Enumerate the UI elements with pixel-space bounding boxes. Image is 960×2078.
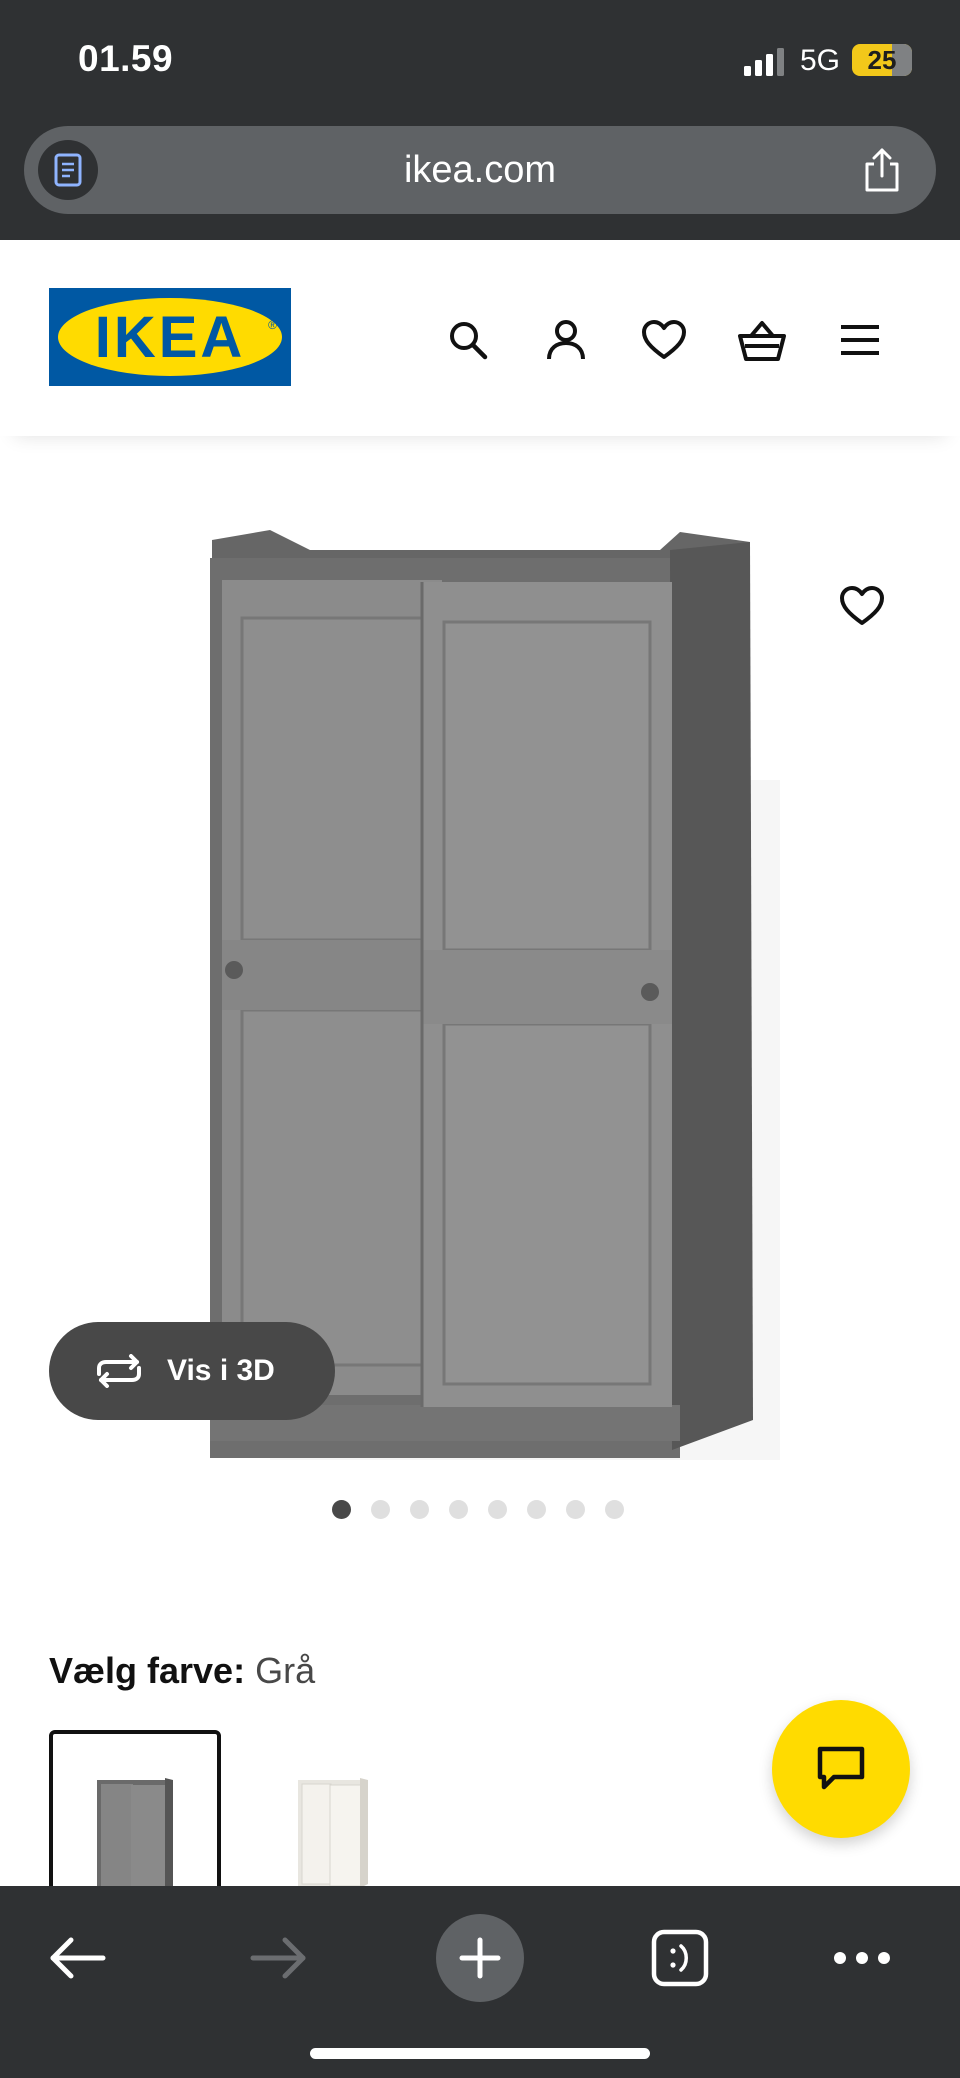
heart-icon	[642, 320, 686, 359]
more-icon	[834, 1952, 890, 1964]
carousel-dot[interactable]	[449, 1500, 468, 1519]
carousel-dot[interactable]	[566, 1500, 585, 1519]
carousel-dot[interactable]	[410, 1500, 429, 1519]
more-button[interactable]	[818, 1914, 906, 2002]
account-icon	[547, 320, 585, 360]
browser-toolbar	[0, 1886, 960, 2078]
forward-button[interactable]	[234, 1914, 322, 2002]
signal-icon	[744, 48, 784, 76]
heart-icon	[840, 586, 884, 625]
new-tab-icon	[459, 1937, 501, 1979]
back-button[interactable]	[34, 1914, 122, 2002]
search-icon	[450, 322, 488, 360]
browser-chrome-top: 01.59 5G 25 ikea.com	[0, 0, 960, 240]
tabs-icon	[651, 1929, 709, 1987]
carousel-dot[interactable]	[605, 1500, 624, 1519]
share-button[interactable]	[856, 144, 908, 196]
favorites-button[interactable]	[638, 314, 690, 366]
carousel-dots[interactable]	[332, 1500, 624, 1520]
carousel-dot[interactable]	[488, 1500, 507, 1519]
ikea-logo[interactable]: IKEA ®	[49, 288, 291, 386]
color-selected-value: Grå	[255, 1650, 316, 1691]
carousel-dot[interactable]	[332, 1500, 351, 1519]
color-select-label: Vælg farve: Grå	[49, 1650, 315, 1692]
address-bar[interactable]: ikea.com	[24, 126, 936, 214]
new-tab-button[interactable]	[436, 1914, 524, 2002]
menu-icon	[841, 325, 879, 355]
basket-icon	[738, 321, 786, 361]
basket-button[interactable]	[736, 314, 788, 366]
chat-button[interactable]	[772, 1700, 910, 1838]
wishlist-button[interactable]	[836, 580, 888, 632]
forward-icon	[250, 1937, 306, 1979]
site-header: IKEA ®	[0, 240, 960, 436]
carousel-dot[interactable]	[371, 1500, 390, 1519]
logo-text: IKEA	[94, 304, 246, 370]
search-button[interactable]	[442, 314, 494, 366]
tabs-button[interactable]	[636, 1914, 724, 2002]
carousel-dot[interactable]	[527, 1500, 546, 1519]
color-label-key: Vælg farve:	[49, 1650, 246, 1691]
rotate-3d-icon	[97, 1354, 141, 1388]
chat-icon	[817, 1746, 865, 1790]
view-3d-label: Vis i 3D	[167, 1354, 275, 1387]
share-icon	[865, 148, 899, 192]
account-button[interactable]	[540, 314, 592, 366]
menu-button[interactable]	[834, 314, 886, 366]
back-icon	[50, 1937, 106, 1979]
grey-wardrobe-thumbnail	[97, 1778, 173, 1898]
home-indicator	[310, 2048, 650, 2059]
status-time: 01.59	[78, 38, 174, 79]
color-swatch-white[interactable]	[247, 1730, 419, 1902]
view-3d-button[interactable]: Vis i 3D	[49, 1322, 335, 1420]
url-text[interactable]: ikea.com	[24, 126, 936, 214]
product-image[interactable]	[200, 520, 780, 1460]
color-swatch-grey[interactable]	[49, 1730, 221, 1902]
battery-level: 25	[867, 45, 897, 75]
white-wardrobe-thumbnail	[298, 1778, 368, 1888]
battery-icon: 25	[852, 44, 912, 76]
network-type: 5G	[800, 44, 841, 77]
